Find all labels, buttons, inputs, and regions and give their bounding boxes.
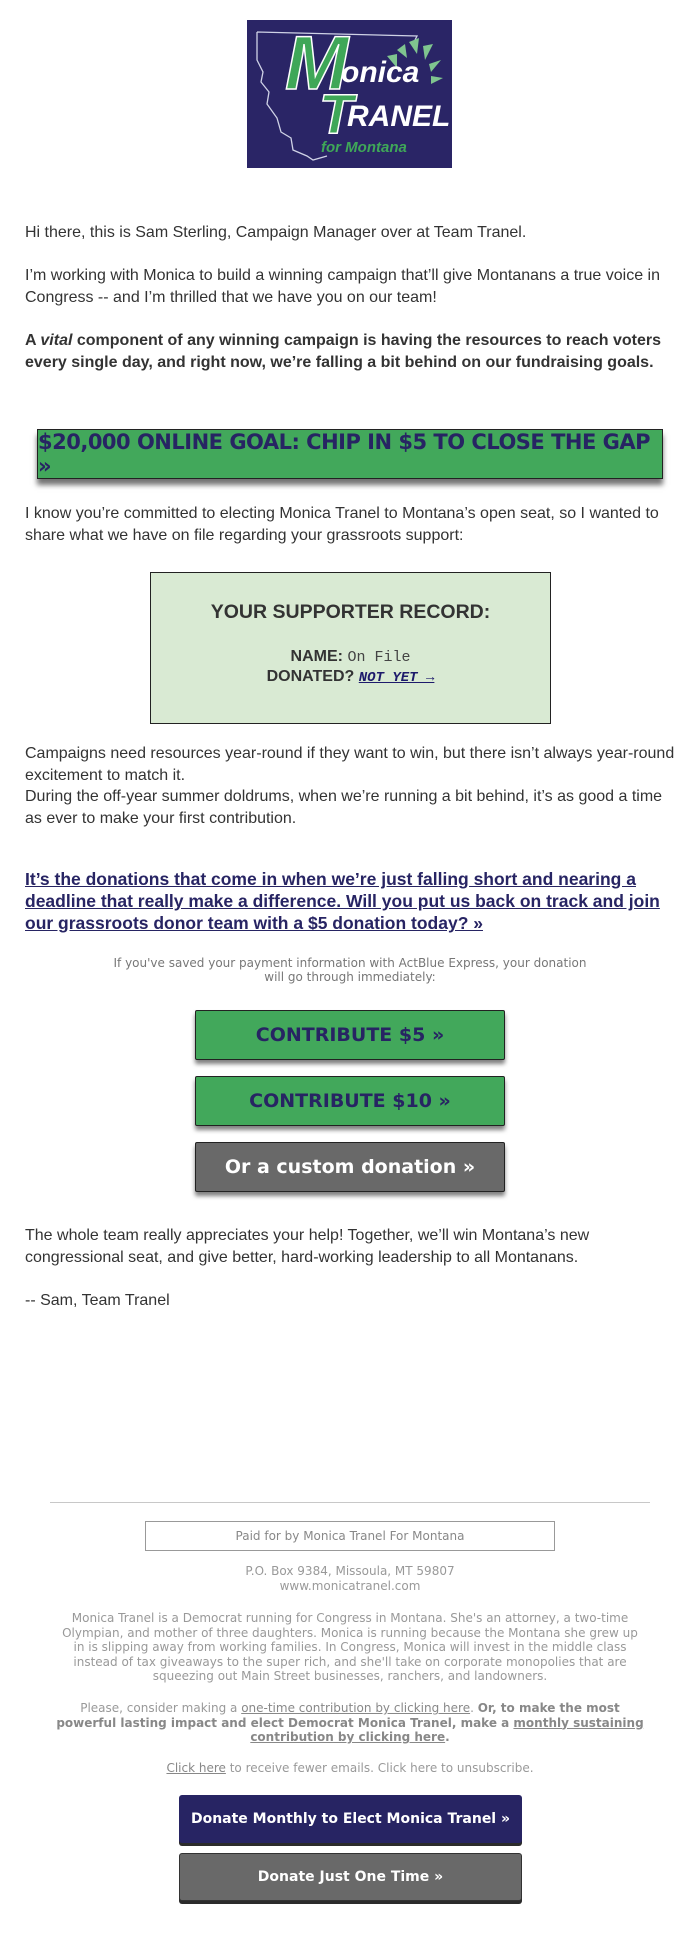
closing-paragraph: The whole team really appreciates your h… [25, 1227, 590, 1266]
footer-unsubscribe: Click here to receive fewer emails. Clic… [55, 1761, 645, 1776]
contribute-10-button[interactable]: CONTRIBUTE $10 » [195, 1076, 505, 1126]
campaign-logo: M onica T RANEL for Montana [247, 20, 452, 168]
donate-monthly-button[interactable]: Donate Monthly to Elect Monica Tranel » [179, 1795, 522, 1843]
doldrums-paragraph: During the off-year summer doldrums, whe… [25, 788, 663, 827]
intro-greeting: Hi there, this is Sam Sterling, Campaign… [25, 224, 527, 241]
record-name-value: On File [347, 649, 411, 666]
footer-divider [50, 1502, 650, 1503]
campaigns-paragraph: Campaigns need resources year-round if t… [25, 745, 675, 784]
vital-emphasis: vital [40, 332, 73, 349]
actblue-express-note: If you've saved your payment information… [113, 956, 587, 984]
unsubscribe-text: to receive fewer emails. Click here to u… [225, 1761, 534, 1775]
record-not-yet-link[interactable]: NOT YET → [359, 670, 435, 686]
consider-prefix: Please, consider making a [80, 1701, 242, 1715]
consider-mid: . [470, 1701, 478, 1715]
record-donated-label: DONATED? [266, 668, 355, 685]
signature: -- Sam, Team Tranel [25, 1292, 170, 1309]
donate-five-text-link[interactable]: It’s the donations that come in when we’… [25, 868, 675, 934]
footer-bio: Monica Tranel is a Democrat running for … [62, 1611, 638, 1683]
footer-consider: Please, consider making a one-time contr… [55, 1701, 645, 1745]
footer-address: P.O. Box 9384, Missoula, MT 59807 [245, 1564, 455, 1578]
logo-tagline: for Montana [321, 139, 407, 156]
logo-text-ranel: RANEL [347, 100, 451, 133]
donate-once-button[interactable]: Donate Just One Time » [179, 1853, 522, 1901]
record-donated-row: DONATED? NOT YET → [151, 668, 550, 686]
record-title: YOUR SUPPORTER RECORD: [210, 601, 491, 623]
one-time-contribution-link[interactable]: one-time contribution by clicking here [241, 1701, 470, 1715]
fewer-emails-link[interactable]: Click here [166, 1761, 225, 1775]
intro-working: I’m working with Monica to build a winni… [25, 267, 660, 306]
footer-website: www.monicatranel.com [279, 1578, 421, 1593]
supporter-record-box: YOUR SUPPORTER RECORD: NAME: On File DON… [150, 572, 551, 724]
consider-period: . [445, 1730, 450, 1744]
record-name-row: NAME: On File [151, 648, 550, 666]
contribute-5-button[interactable]: CONTRIBUTE $5 » [195, 1010, 505, 1060]
vital-rest: component of any winning campaign is hav… [25, 332, 661, 371]
record-name-label: NAME: [290, 648, 343, 665]
vital-prefix: A [25, 332, 41, 349]
footer-address-block: P.O. Box 9384, Missoula, MT 59807 www.mo… [55, 1564, 645, 1593]
committed-paragraph: I know you’re committed to electing Moni… [25, 505, 659, 544]
intro-vital: A vital component of any winning campaig… [25, 330, 675, 374]
custom-donation-button[interactable]: Or a custom donation » [195, 1142, 505, 1192]
goal-chip-in-button[interactable]: $20,000 ONLINE GOAL: CHIP IN $5 TO CLOSE… [37, 429, 663, 479]
paid-for-box: Paid for by Monica Tranel For Montana [145, 1521, 555, 1551]
